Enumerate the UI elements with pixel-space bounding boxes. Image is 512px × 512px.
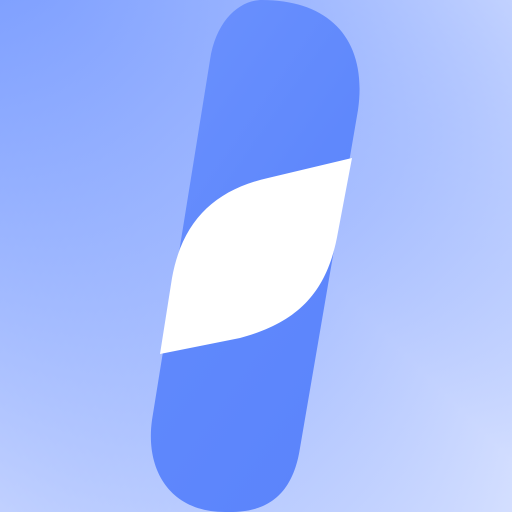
- app-icon: [0, 0, 512, 512]
- app-logo-icon: [0, 0, 512, 512]
